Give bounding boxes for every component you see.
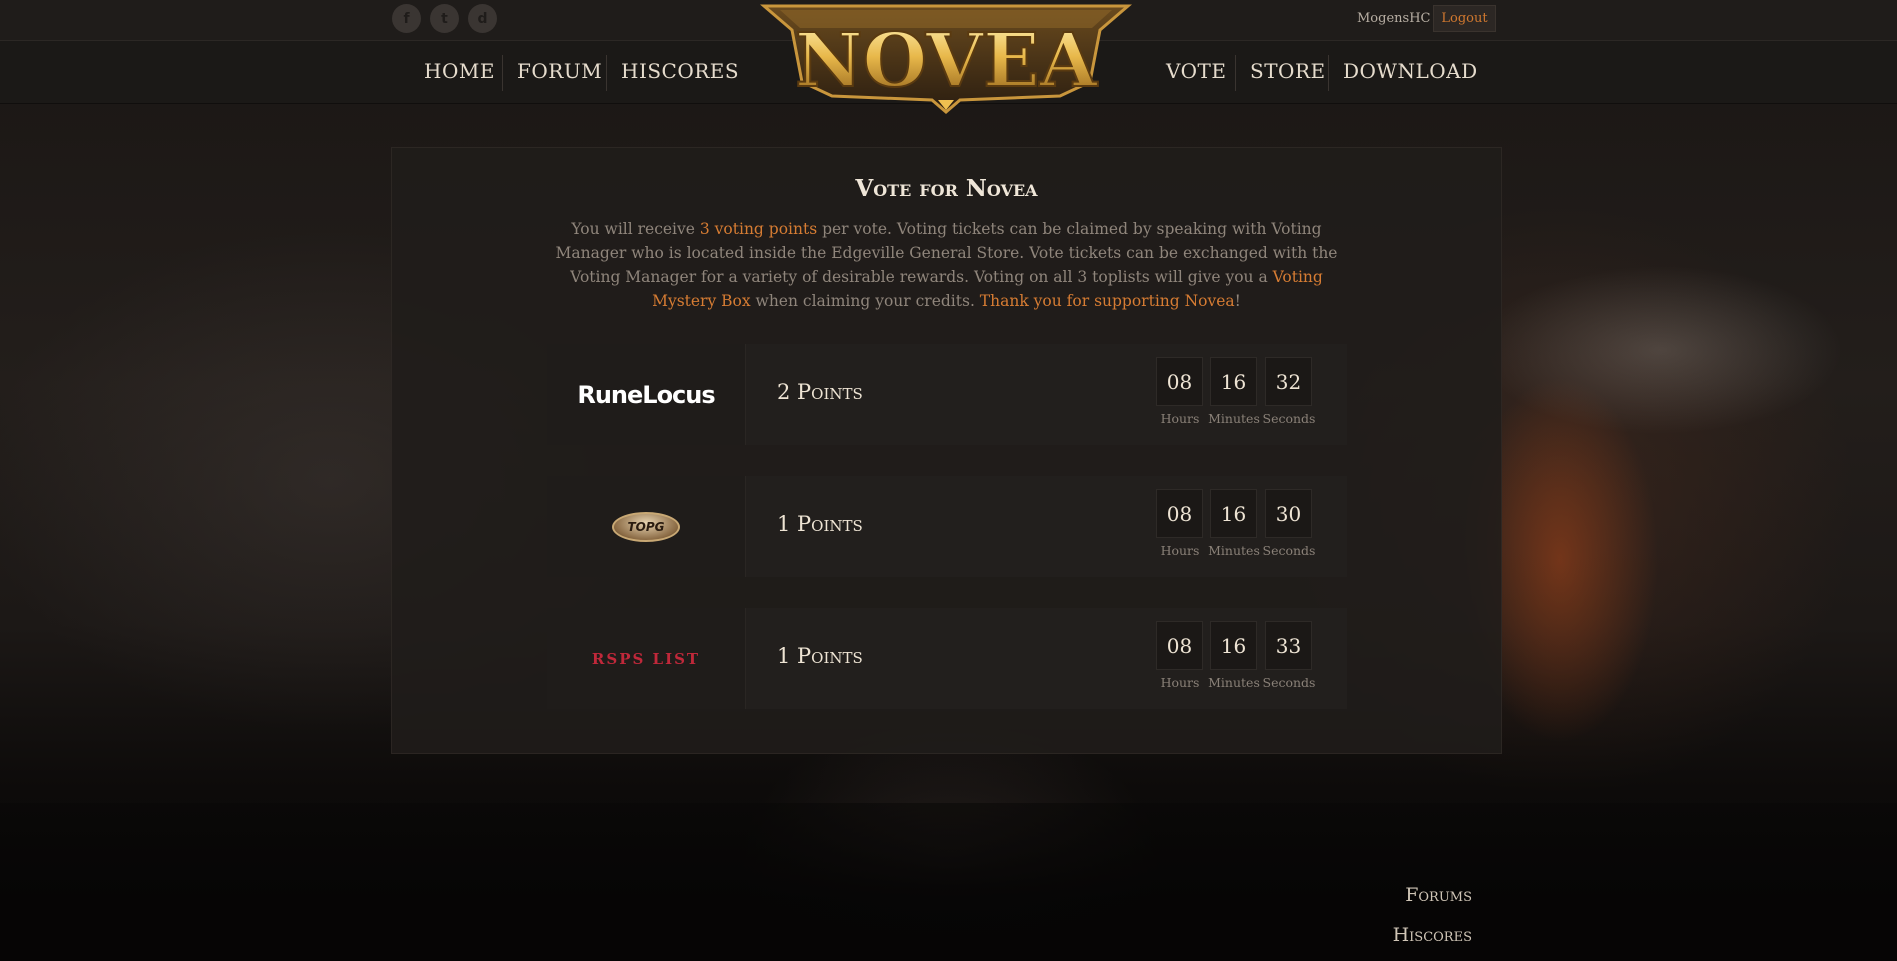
nav-hiscores[interactable]: HISCORES bbox=[621, 59, 739, 83]
seconds-timer: 32 Seconds bbox=[1263, 357, 1315, 426]
discord-icon[interactable]: d bbox=[468, 4, 497, 33]
nav-download[interactable]: DOWNLOAD bbox=[1343, 59, 1478, 83]
thanks-highlight: Thank you for supporting Novea bbox=[979, 292, 1235, 310]
hours-timer: 08 Hours bbox=[1156, 357, 1204, 426]
minutes-timer: 16 Minutes bbox=[1208, 621, 1260, 690]
twitter-icon[interactable]: t bbox=[430, 4, 459, 33]
logo-text: NOVEA bbox=[795, 18, 1099, 104]
username[interactable]: MogensHC bbox=[1357, 11, 1430, 26]
nav-forum[interactable]: FORUM bbox=[517, 59, 602, 83]
vote-site-row[interactable]: RuneLocus 2 Points 08 Hours 16 Minutes 32 S… bbox=[547, 344, 1347, 445]
runelocus-logo[interactable]: RuneLocus bbox=[547, 344, 746, 445]
topg-logo[interactable]: TOPG bbox=[547, 476, 746, 577]
points-value: 1 Points bbox=[777, 644, 863, 668]
novea-logo[interactable]: NOVEA bbox=[760, 0, 1132, 116]
minutes-timer: 16 Minutes bbox=[1208, 489, 1260, 558]
vote-intro-text: You will receive 3 voting points per vot… bbox=[555, 220, 1338, 310]
page-title: Vote for Novea bbox=[855, 175, 1038, 202]
hours-timer: 08 Hours bbox=[1156, 621, 1204, 690]
nav-divider bbox=[1328, 55, 1329, 91]
points-value: 1 Points bbox=[777, 512, 863, 536]
nav-home[interactable]: HOME bbox=[424, 59, 495, 83]
facebook-icon[interactable]: f bbox=[392, 4, 421, 33]
seconds-timer: 30 Seconds bbox=[1263, 489, 1315, 558]
footer-background bbox=[0, 803, 1897, 961]
minutes-timer: 16 Minutes bbox=[1208, 357, 1260, 426]
hours-timer: 08 Hours bbox=[1156, 489, 1204, 558]
footer-link-hiscores[interactable]: Hiscores bbox=[1340, 924, 1472, 946]
points-value: 2 Points bbox=[777, 380, 863, 404]
footer-link-forums[interactable]: Forums bbox=[1340, 884, 1472, 906]
seconds-timer: 33 Seconds bbox=[1263, 621, 1315, 690]
logout-button[interactable]: Logout bbox=[1433, 5, 1496, 32]
nav-store[interactable]: STORE bbox=[1250, 59, 1326, 83]
voting-points-highlight: 3 voting points bbox=[699, 220, 818, 238]
nav-divider bbox=[1235, 55, 1236, 91]
rsps-list-logo[interactable]: RSPS LIST bbox=[547, 608, 746, 709]
nav-divider bbox=[502, 55, 503, 91]
nav-vote[interactable]: VOTE bbox=[1166, 59, 1226, 83]
nav-divider bbox=[606, 55, 607, 91]
vote-site-row[interactable]: RSPS LIST 1 Points 08 Hours 16 Minutes 33 S… bbox=[547, 608, 1347, 709]
vote-site-row[interactable]: TOPG 1 Points 08 Hours 16 Minutes 30 Second… bbox=[547, 476, 1347, 577]
